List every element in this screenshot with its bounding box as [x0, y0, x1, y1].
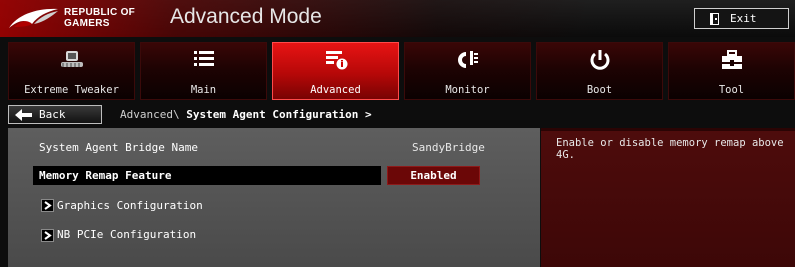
monitor-icon	[405, 49, 530, 71]
help-panel-top-edge	[541, 128, 795, 131]
memory-remap-label: Memory Remap Feature	[39, 169, 172, 182]
exit-button[interactable]: Exit	[694, 8, 789, 29]
top-header: REPUBLIC OF GAMERS Advanced Mode Exit	[0, 0, 795, 37]
power-icon	[537, 49, 662, 71]
list-icon	[141, 49, 266, 71]
graphics-config-link[interactable]: Graphics Configuration	[57, 199, 203, 212]
exit-door-icon	[710, 13, 719, 25]
tweaker-icon	[9, 49, 134, 71]
back-arrow-icon	[15, 109, 32, 121]
exit-label: Exit	[730, 12, 757, 25]
back-label: Back	[39, 108, 66, 121]
tab-label: Advanced	[310, 84, 361, 96]
page-title: Advanced Mode	[170, 5, 322, 28]
advanced-settings-icon	[273, 49, 398, 71]
tab-main[interactable]: Main	[140, 42, 267, 100]
help-text: Enable or disable memory remap above 4G.	[556, 137, 784, 161]
tab-label: Main	[190, 84, 217, 96]
rog-eye-icon	[9, 8, 58, 28]
submenu-arrow-icon	[41, 199, 54, 212]
tab-label: Extreme Tweaker	[24, 84, 119, 96]
bridge-name-value: SandyBridge	[412, 141, 485, 154]
tab-label: Monitor	[445, 84, 490, 96]
logo-line-1: REPUBLIC OF	[64, 7, 136, 18]
tab-tool[interactable]: Tool	[668, 42, 795, 100]
tab-monitor[interactable]: Monitor	[404, 42, 531, 100]
tool-icon	[669, 49, 794, 71]
bridge-name-label: System Agent Bridge Name	[39, 141, 198, 154]
tab-label: Boot	[586, 84, 613, 96]
memory-remap-select[interactable]: Enabled	[387, 166, 480, 185]
logo-line-2: GAMERS	[64, 18, 110, 29]
tab-boot[interactable]: Boot	[536, 42, 663, 100]
tab-extreme-tweaker[interactable]: Extreme Tweaker	[8, 42, 135, 100]
logo-text: REPUBLIC OF GAMERS	[64, 7, 154, 29]
breadcrumb-current: System Agent Configuration >	[186, 108, 372, 121]
main-tabs: Extreme Tweaker Main Advanced Monitor Bo…	[0, 42, 795, 100]
back-button[interactable]: Back	[8, 105, 102, 124]
breadcrumb-parent[interactable]: Advanced\	[120, 108, 180, 121]
tab-label: Tool	[718, 84, 745, 96]
tab-advanced[interactable]: Advanced	[272, 42, 399, 100]
submenu-arrow-icon	[41, 229, 54, 242]
nb-pcie-config-link[interactable]: NB PCIe Configuration	[57, 228, 196, 241]
rog-logo: REPUBLIC OF GAMERS	[8, 4, 158, 34]
breadcrumb: Advanced\ System Agent Configuration >	[120, 108, 372, 121]
